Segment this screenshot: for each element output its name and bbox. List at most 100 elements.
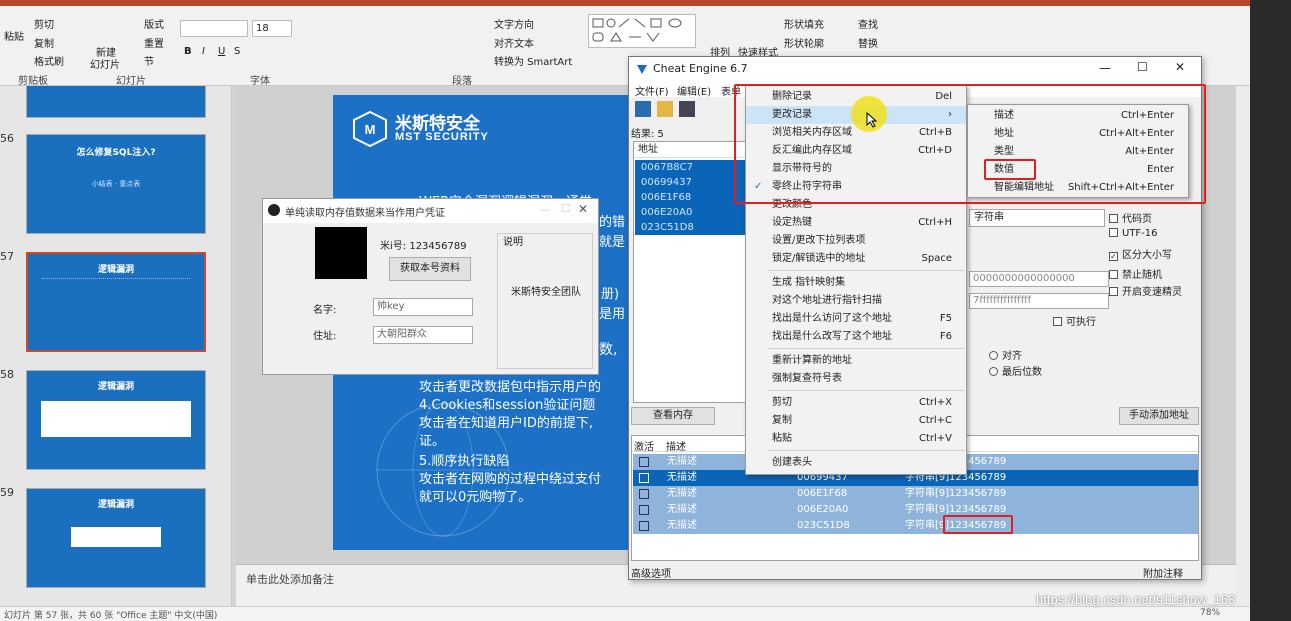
minimize-icon[interactable]: — — [539, 203, 550, 216]
record-address: 006E1F68 — [797, 488, 848, 499]
last-digits-radio[interactable]: 最后位数 — [989, 363, 1042, 378]
app-icon — [268, 204, 280, 216]
advanced-options[interactable]: 高级选项 — [631, 565, 671, 580]
active-checkbox[interactable] — [639, 505, 649, 515]
copy-button[interactable]: 复制 — [34, 35, 54, 50]
active-checkbox[interactable] — [639, 473, 649, 483]
slide-thumbnail-55[interactable] — [26, 86, 206, 118]
menu-edit[interactable]: 编辑(E) — [677, 83, 711, 98]
slide-thumbnail-59[interactable]: 逻辑漏洞 — [26, 488, 206, 588]
menu-shortcut: Ctrl+C — [918, 415, 952, 426]
value-type-select[interactable]: 字符串 — [969, 209, 1105, 227]
close-icon[interactable]: ✕ — [578, 202, 588, 216]
vertical-scrollbar[interactable] — [1236, 86, 1250, 606]
record-desc: 无描述 — [667, 456, 697, 467]
col-active[interactable]: 激活 — [634, 438, 654, 453]
shadow-button[interactable]: S — [234, 46, 240, 57]
address-row[interactable]: 006E20A0 — [635, 205, 753, 220]
menu-item-recheck-symbols[interactable]: 强制复查符号表 — [746, 370, 966, 388]
fetch-profile-button[interactable]: 获取本号资料 — [389, 257, 471, 281]
text-direction-button[interactable]: 文字方向 — [494, 16, 534, 31]
font-name-box[interactable] — [180, 20, 248, 37]
record-row[interactable]: 无描述 006E1F68 字符串[9] 123456789 — [633, 486, 1198, 502]
menu-shortcut: F5 — [939, 313, 952, 324]
menu-item-lock[interactable]: 锁定/解锁选中的地址 Space — [746, 250, 966, 268]
table-extras[interactable]: 附加注释 — [1143, 565, 1183, 580]
align-radio[interactable]: 对齐 — [989, 347, 1022, 362]
menu-item-paste[interactable]: 粘贴 Ctrl+V — [746, 430, 966, 448]
slide-thumbnail-57-selected[interactable]: 逻辑漏洞 — [26, 252, 206, 352]
process-select-icon[interactable] — [635, 101, 651, 117]
codepage-checkbox[interactable]: 代码页 — [1109, 210, 1152, 225]
speedhack-checkbox[interactable]: 开启变速精灵 — [1109, 283, 1182, 298]
underline-button[interactable]: U — [218, 46, 225, 57]
no-random-checkbox[interactable]: 禁止随机 — [1109, 266, 1162, 281]
menu-item-create-header[interactable]: 创建表头 — [746, 454, 966, 472]
open-icon[interactable] — [657, 101, 673, 117]
col-address-header[interactable]: 地址 — [634, 142, 748, 158]
menu-item-find-write[interactable]: 找出是什么改写了这个地址 F6 — [746, 328, 966, 346]
thumb-title: 怎么修复SQL注入? — [76, 148, 156, 158]
view-memory-button[interactable]: 查看内存 — [631, 407, 715, 425]
menu-item-hotkey[interactable]: 设定热键 Ctrl+H — [746, 214, 966, 232]
menu-item-pointermap[interactable]: 生成 指针映射集 — [746, 274, 966, 292]
menu-file[interactable]: 文件(F) — [635, 83, 669, 98]
slide-text-line: 的错 — [599, 215, 626, 230]
font-size-box[interactable]: 18 — [252, 20, 292, 37]
menu-item-dropdown[interactable]: 设置/更改下拉列表项 — [746, 232, 966, 250]
menu-item-copy[interactable]: 复制 Ctrl+C — [746, 412, 966, 430]
col-description[interactable]: 描述 — [666, 438, 686, 453]
active-checkbox[interactable] — [639, 489, 649, 499]
bold-button[interactable]: B — [184, 46, 192, 57]
align-text-button[interactable]: 对齐文本 — [494, 35, 534, 50]
start-address-field[interactable]: 0000000000000000 — [969, 271, 1109, 287]
minimize-icon[interactable]: — — [1099, 61, 1111, 75]
executable-label: 可执行 — [1066, 317, 1096, 328]
layout-button[interactable]: 版式 — [144, 16, 164, 31]
save-icon[interactable] — [679, 101, 695, 117]
executable-checkbox[interactable]: 可执行 — [1053, 313, 1096, 328]
slide-text-line: 攻击者在知道用户ID的前提下, — [419, 416, 593, 431]
shape-fill-button[interactable]: 形状填充 — [784, 16, 824, 31]
record-row[interactable]: 无描述 006E20A0 字符串[9] 123456789 — [633, 502, 1198, 518]
address-row[interactable]: 023C51D8 — [635, 220, 753, 235]
active-checkbox[interactable] — [639, 457, 649, 467]
menu-label: 剪切 — [772, 397, 792, 408]
shapes-icon — [592, 18, 682, 42]
shapes-gallery[interactable] — [588, 14, 696, 48]
new-slide-button-line2[interactable]: 幻灯片 — [90, 56, 120, 71]
slide-thumbnail-58[interactable]: 逻辑漏洞 — [26, 370, 206, 470]
active-checkbox[interactable] — [639, 521, 649, 531]
demo-app-window[interactable]: 单纯读取内存值数据来当作用户凭证 — ☐ ✕ 米i号: 123456789 获取… — [262, 198, 599, 375]
slide-thumbnail-56[interactable]: 怎么修复SQL注入? 小结表 · 重点表 — [26, 134, 206, 234]
replace-button[interactable]: 替换 — [858, 35, 878, 50]
record-row[interactable]: 无描述 023C51D8 字符串[9] 123456789 — [633, 518, 1198, 534]
menu-item-cut[interactable]: 剪切 Ctrl+X — [746, 394, 966, 412]
add-address-manually-button[interactable]: 手动添加地址 — [1119, 407, 1199, 425]
ce-toolbar — [633, 99, 697, 121]
case-sensitive-checkbox[interactable]: ✓ 区分大小写 — [1109, 246, 1172, 261]
menu-item-find-access[interactable]: 找出是什么访问了这个地址 F5 — [746, 310, 966, 328]
zoom-level[interactable]: 78% — [1200, 608, 1220, 618]
shape-outline-button[interactable]: 形状轮廓 — [784, 35, 824, 50]
menu-item-pointer-scan[interactable]: 对这个地址进行指针扫描 — [746, 292, 966, 310]
maximize-icon[interactable]: ☐ — [561, 202, 571, 215]
stop-address-field[interactable]: 7fffffffffffffff — [969, 293, 1109, 309]
slide-thumbnail-pane[interactable]: 56 怎么修复SQL注入? 小结表 · 重点表 57 逻辑漏洞 58 逻辑漏洞 … — [0, 86, 232, 606]
close-icon[interactable]: ✕ — [1175, 60, 1185, 74]
menu-item-recalc[interactable]: 重新计算新的地址 — [746, 352, 966, 370]
maximize-icon[interactable]: ☐ — [1137, 60, 1148, 74]
section-button[interactable]: 节 — [144, 53, 154, 68]
avatar — [315, 227, 367, 279]
address-field[interactable]: 大朝阳群众 — [373, 326, 473, 344]
found-address-list[interactable]: 地址 0067B8C7 00699437 006E1F68 006E20A0 0… — [633, 141, 753, 403]
reset-button[interactable]: 重置 — [144, 35, 164, 50]
name-field[interactable]: 帅key — [373, 298, 473, 316]
cut-button[interactable]: 剪切 — [34, 16, 54, 31]
format-painter-button[interactable]: 格式刷 — [34, 53, 64, 68]
smartart-button[interactable]: 转换为 SmartArt — [494, 53, 572, 68]
find-button[interactable]: 查找 — [858, 16, 878, 31]
paste-button[interactable]: 粘贴 — [4, 28, 24, 43]
utf16-checkbox[interactable]: UTF-16 — [1109, 228, 1158, 239]
italic-button[interactable]: I — [202, 46, 205, 57]
